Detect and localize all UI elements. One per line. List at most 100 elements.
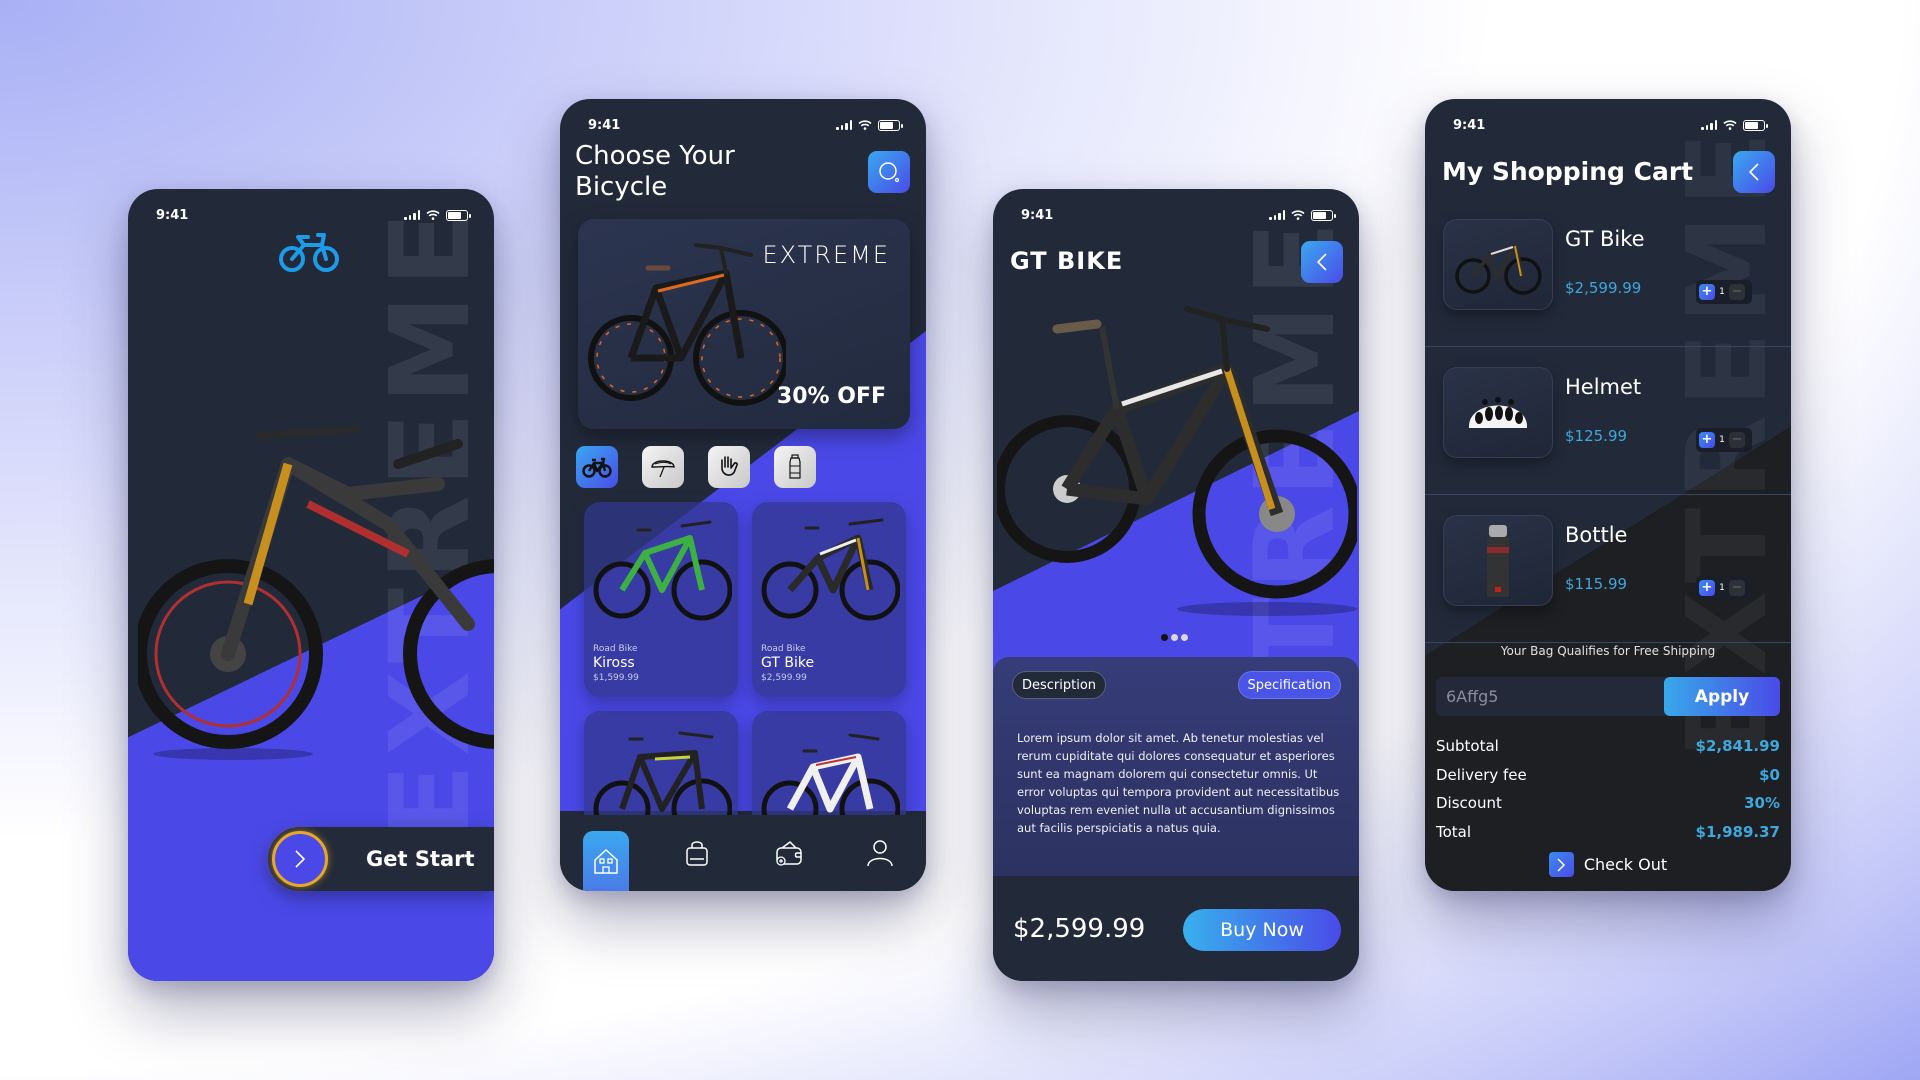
back-button[interactable] (1301, 241, 1343, 283)
item-name: Helmet (1565, 375, 1642, 399)
product-price: $2,599.99 (761, 673, 807, 683)
chevron-left-icon (1316, 253, 1327, 271)
increment-button[interactable]: + (1699, 432, 1715, 448)
status-bar: 9:41 (1453, 117, 1768, 133)
summary-row: Total $1,989.37 (1436, 818, 1780, 847)
glove-icon (721, 456, 738, 476)
decrement-button[interactable]: − (1729, 432, 1745, 448)
item-thumbnail (1443, 367, 1553, 458)
decrement-button[interactable]: − (1729, 580, 1745, 596)
tab-specification[interactable]: Specification (1237, 671, 1341, 699)
coupon-form: Apply (1436, 677, 1780, 716)
product-type: Road Bike (761, 644, 806, 654)
quantity-stepper: + 1 − (1696, 576, 1752, 600)
search-icon (879, 162, 900, 183)
product-name: GT Bike (761, 655, 815, 671)
summary-label: Subtotal (1436, 737, 1499, 756)
cart-item: Helmet $125.99 + 1 − (1425, 347, 1791, 495)
increment-button[interactable]: + (1699, 284, 1715, 300)
promo-banner[interactable]: EXTREME 30% OFF (578, 219, 910, 429)
wifi-icon (1723, 120, 1737, 130)
helmet-thumbnail-icon (1468, 396, 1528, 428)
apply-button[interactable]: Apply (1664, 677, 1780, 716)
quantity-value: 1 (1719, 583, 1725, 593)
get-start-label: Get Start (366, 847, 475, 871)
status-bar: 9:41 (156, 207, 471, 223)
battery-icon (1311, 209, 1336, 221)
free-shipping-note: Your Bag Qualifies for Free Shipping (1500, 644, 1716, 658)
signal-icon (404, 210, 420, 220)
status-time: 9:41 (1453, 117, 1486, 133)
item-price: $115.99 (1565, 575, 1628, 593)
category-helmets[interactable] (642, 446, 684, 488)
product-name: Kiross (593, 655, 635, 671)
status-bar: 9:41 (588, 117, 903, 133)
home-icon (594, 848, 618, 874)
product-card[interactable]: Road Bike Kiross $1,599.99 (584, 502, 738, 697)
decrement-button[interactable]: − (1729, 284, 1745, 300)
get-start-button[interactable]: Get Start (268, 827, 494, 891)
detail-screen: 9:41 EXTREME GT BIKE Description Specifi… (993, 189, 1359, 981)
cart-screen: EXTREME 9:41 My Shopping Cart GT Bike $2… (1425, 99, 1791, 891)
back-button[interactable] (1733, 151, 1775, 193)
signal-icon (836, 120, 852, 130)
summary-label: Delivery fee (1436, 765, 1527, 784)
summary-label: Total (1436, 822, 1472, 841)
nav-home[interactable] (582, 831, 629, 891)
summary-value: $1,989.37 (1695, 822, 1780, 841)
item-name: GT Bike (1565, 227, 1645, 251)
item-price: $125.99 (1565, 427, 1628, 445)
purchase-footer: $2,599.99 Buy Now (993, 876, 1359, 981)
carousel-dot[interactable] (1171, 634, 1178, 641)
product-card[interactable]: Road Bike GT Bike $2,599.99 (752, 502, 906, 697)
product-type: Road Bike (593, 644, 638, 654)
carousel-dot[interactable] (1181, 634, 1188, 641)
buy-now-button[interactable]: Buy Now (1183, 909, 1341, 951)
category-bicycles[interactable] (576, 446, 618, 488)
gt-bike-image (997, 306, 1357, 616)
status-time: 9:41 (588, 117, 621, 133)
signal-icon (1269, 210, 1285, 220)
quantity-value: 1 (1719, 435, 1725, 445)
wifi-icon (1291, 210, 1305, 220)
bottom-nav (560, 815, 926, 891)
quantity-stepper: + 1 − (1696, 428, 1752, 452)
page-title: My Shopping Cart (1442, 157, 1694, 186)
bag-icon (686, 841, 708, 866)
cart-item: GT Bike $2,599.99 + 1 − (1425, 199, 1791, 347)
coupon-input[interactable] (1436, 677, 1661, 716)
nav-profile[interactable] (857, 823, 903, 883)
category-gloves[interactable] (708, 446, 750, 488)
increment-button[interactable]: + (1699, 580, 1715, 596)
bottle-thumbnail-icon (1487, 524, 1509, 597)
summary-row: Subtotal $2,841.99 (1436, 732, 1780, 761)
item-price: $2,599.99 (1565, 279, 1642, 297)
tab-description[interactable]: Description (1012, 671, 1107, 699)
nav-bag[interactable] (674, 823, 720, 883)
carousel-indicator (1161, 634, 1188, 641)
page-title: Choose Your Bicycle (575, 141, 735, 203)
nav-wallet[interactable] (766, 823, 812, 883)
banner-offer: 30% OFF (776, 384, 886, 409)
banner-brand: EXTREME (762, 241, 890, 269)
product-title: GT BIKE (1010, 247, 1124, 275)
battery-icon (1743, 119, 1768, 131)
checkout-button[interactable]: Check Out (1425, 852, 1791, 877)
search-button[interactable] (868, 151, 910, 193)
cart-item: Bottle $115.99 + 1 − (1425, 495, 1791, 643)
signal-icon (1701, 120, 1717, 130)
chevron-right-icon (1548, 852, 1574, 877)
splash-screen: 9:41 EXTREME Get Start (128, 189, 494, 981)
category-tabs (576, 446, 816, 488)
battery-icon (878, 119, 903, 131)
carousel-dot[interactable] (1161, 634, 1168, 641)
summary-label: Discount (1436, 794, 1502, 813)
wallet-icon (776, 841, 802, 866)
wifi-icon (426, 210, 440, 220)
bottle-icon (789, 454, 801, 479)
category-bottles[interactable] (774, 446, 816, 488)
catalog-screen: 9:41 Choose Your Bicycle EXTREME 30% OFF (560, 99, 926, 891)
downhill-bike-image (138, 425, 494, 760)
chevron-left-icon (1748, 163, 1759, 181)
product-price: $1,599.99 (593, 673, 639, 683)
